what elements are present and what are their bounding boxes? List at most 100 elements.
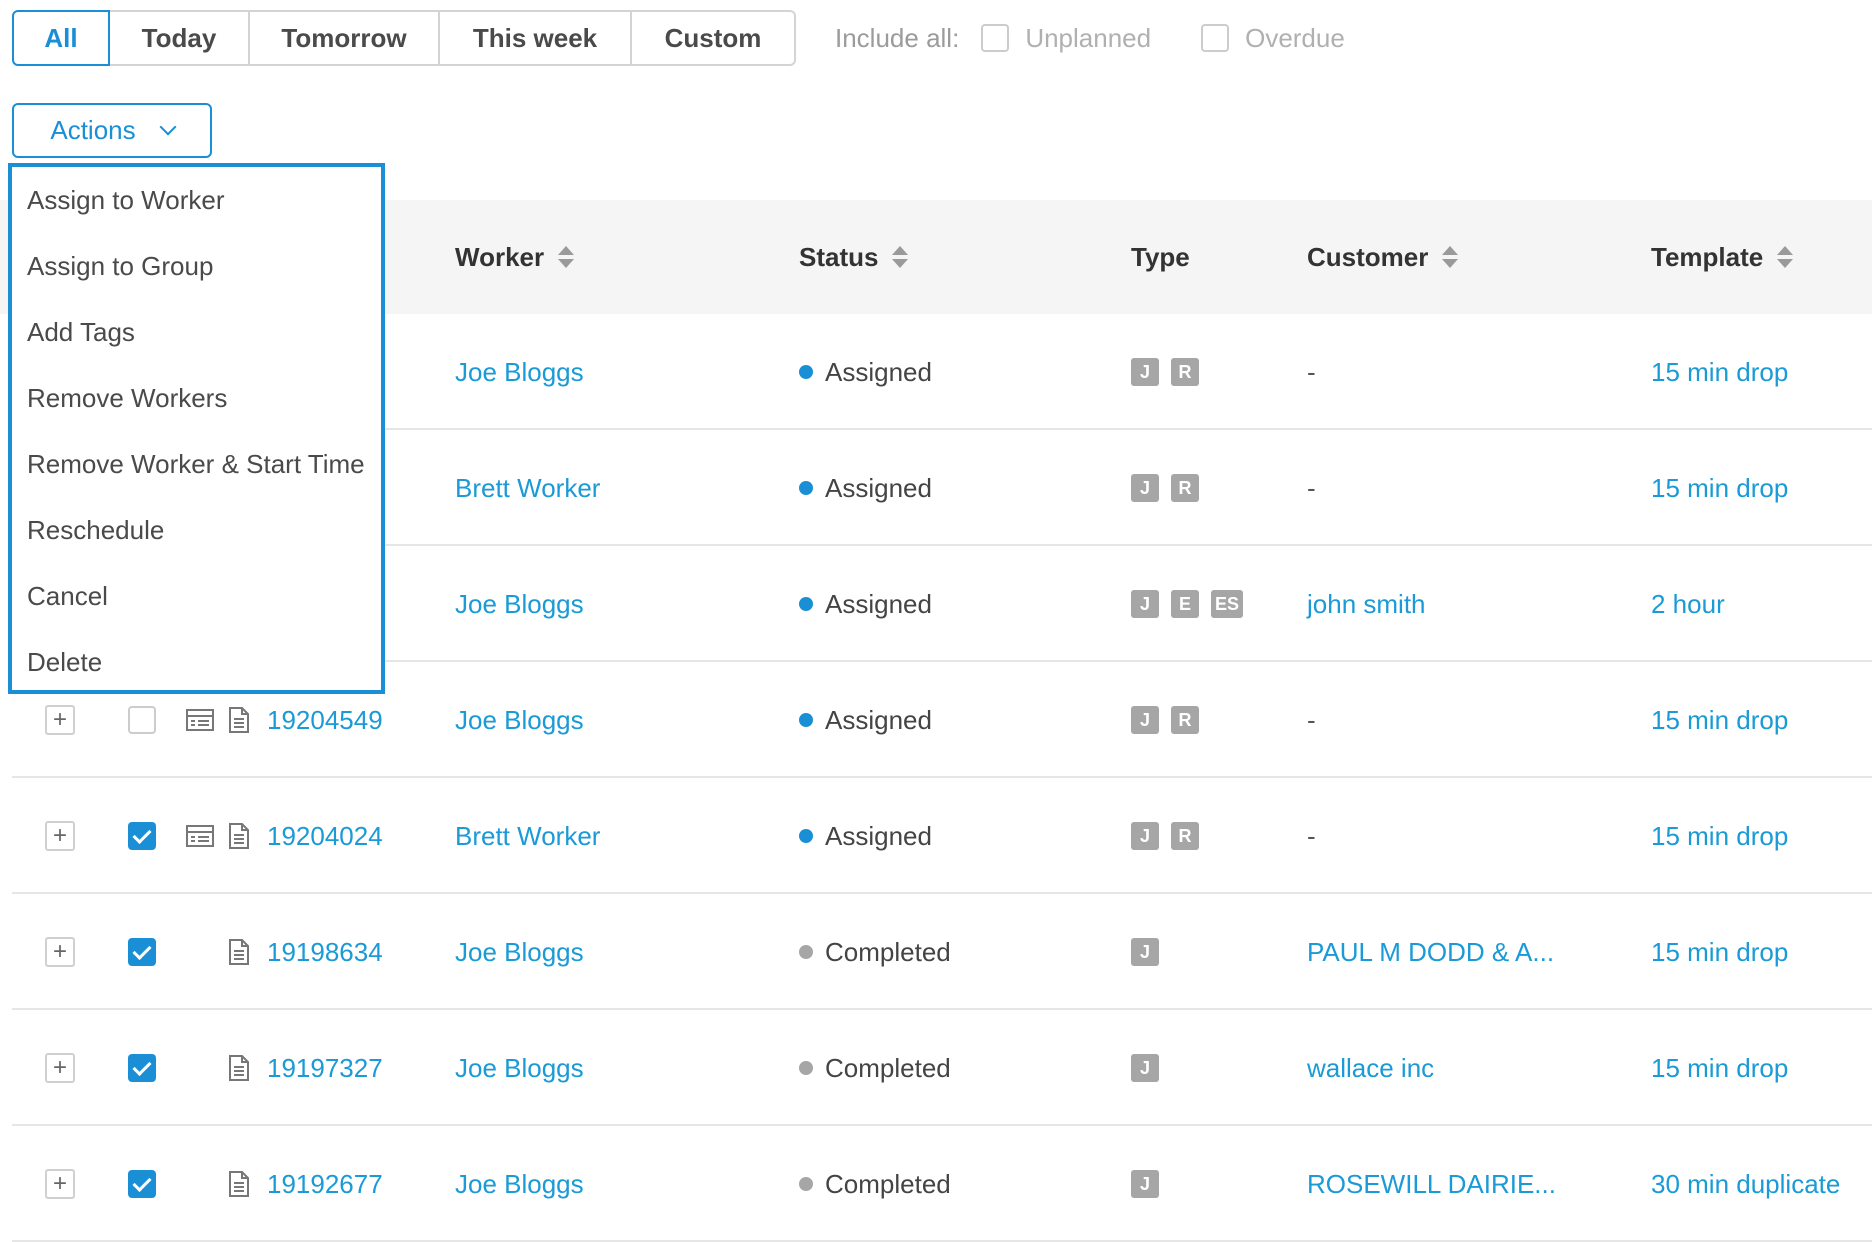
menu-item-reschedule[interactable]: Reschedule (12, 497, 381, 563)
template-link[interactable]: 15 min drop (1651, 662, 1788, 778)
document-icon[interactable] (228, 894, 250, 1010)
status-dot-icon (799, 481, 813, 495)
status-dot-icon (799, 597, 813, 611)
template-link[interactable]: 15 min drop (1651, 314, 1788, 430)
column-label: Worker (455, 241, 545, 272)
sort-icon[interactable] (1442, 246, 1459, 268)
tab-today[interactable]: Today (110, 10, 250, 66)
customer-text: - (1307, 704, 1316, 735)
row-checkbox[interactable] (128, 1170, 156, 1198)
column-label: Status (799, 241, 879, 272)
worker-link[interactable]: Joe Bloggs (455, 662, 584, 778)
customer-link[interactable]: PAUL M DODD & A... (1307, 894, 1554, 1010)
row-checkbox[interactable] (128, 1054, 156, 1082)
type-cell: J E ES (1131, 546, 1255, 662)
customer-link[interactable]: john smith (1307, 546, 1426, 662)
template-link[interactable]: 15 min drop (1651, 894, 1788, 1010)
tab-this-week[interactable]: This week (440, 10, 632, 66)
column-label: Type (1131, 241, 1190, 272)
status-text: Assigned (825, 356, 932, 387)
template-link[interactable]: 30 min duplicate (1651, 1126, 1840, 1242)
row-checkbox[interactable] (128, 706, 156, 734)
row-checkbox[interactable] (128, 822, 156, 850)
plus-icon[interactable]: + (45, 1169, 75, 1199)
type-cell: JR (1131, 430, 1211, 546)
actions-dropdown-button[interactable]: Actions (12, 103, 212, 158)
tab-tomorrow[interactable]: Tomorrow (250, 10, 440, 66)
row-checkbox[interactable] (128, 938, 156, 966)
plus-icon[interactable]: + (45, 705, 75, 735)
menu-item-remove-workers[interactable]: Remove Workers (12, 365, 381, 431)
template-link[interactable]: 15 min drop (1651, 1010, 1788, 1126)
column-header-customer[interactable]: Customer (1307, 200, 1459, 314)
status-cell: Completed (799, 894, 951, 1010)
job-id-link[interactable]: 19197327 (267, 1010, 383, 1126)
customer-text: - (1307, 820, 1316, 851)
column-header-worker[interactable]: Worker (455, 200, 575, 314)
job-id-link[interactable]: 19204024 (267, 778, 383, 894)
overdue-option[interactable]: Overdue (1201, 23, 1345, 54)
job-id-link[interactable]: 19198634 (267, 894, 383, 1010)
menu-item-assign-to-group[interactable]: Assign to Group (12, 233, 381, 299)
menu-item-remove-worker-start-time[interactable]: Remove Worker & Start Time (12, 431, 381, 497)
menu-item-cancel[interactable]: Cancel (12, 563, 381, 629)
worker-link[interactable]: Joe Bloggs (455, 1126, 584, 1242)
status-text: Completed (825, 1168, 951, 1199)
plus-icon[interactable]: + (45, 1053, 75, 1083)
select-cell (128, 778, 156, 894)
document-icon[interactable] (228, 1010, 250, 1126)
worker-link[interactable]: Joe Bloggs (455, 1010, 584, 1126)
customer-link[interactable]: wallace inc (1307, 1010, 1434, 1126)
status-text: Assigned (825, 704, 932, 735)
type-badge: J (1131, 358, 1159, 386)
include-all-filters: Include all: Unplanned Overdue (835, 18, 1395, 58)
overdue-label: Overdue (1245, 22, 1345, 53)
document-icon[interactable] (228, 778, 250, 894)
worker-link[interactable]: Joe Bloggs (455, 314, 584, 430)
type-badge: R (1171, 706, 1199, 734)
menu-item-add-tags[interactable]: Add Tags (12, 299, 381, 365)
overdue-checkbox[interactable] (1201, 24, 1230, 52)
worker-link[interactable]: Joe Bloggs (455, 894, 584, 1010)
expand-cell: + (45, 778, 75, 894)
type-badge: R (1171, 474, 1199, 502)
expand-cell: + (45, 894, 75, 1010)
table-row[interactable]: +19204024 Brett Worker Assigned J R - 15 min d… (12, 778, 1872, 894)
type-cell: JR (1131, 662, 1211, 778)
card-icon[interactable] (186, 778, 214, 894)
status-dot-icon (799, 1061, 813, 1075)
status-text: Assigned (825, 820, 932, 851)
menu-item-delete[interactable]: Delete (12, 629, 381, 695)
sort-icon[interactable] (558, 246, 575, 268)
customer-link[interactable]: ROSEWILL DAIRIE... (1307, 1126, 1556, 1242)
job-id-link[interactable]: 19192677 (267, 1126, 383, 1242)
table-row[interactable]: +19192677 Joe Bloggs Completed J ROSEWILL DA… (12, 1126, 1872, 1242)
worker-link[interactable]: Joe Bloggs (455, 546, 584, 662)
table-row[interactable]: +19197327 Joe Bloggs Completed Jwallace inc… (12, 1010, 1872, 1126)
template-link[interactable]: 15 min drop (1651, 430, 1788, 546)
status-cell: Assigned (799, 314, 932, 430)
unplanned-option[interactable]: Unplanned (981, 23, 1151, 54)
menu-item-assign-to-worker[interactable]: Assign to Worker (12, 167, 381, 233)
customer-text: - (1307, 356, 1316, 387)
sort-icon[interactable] (892, 246, 909, 268)
type-badge: E (1171, 590, 1199, 618)
tab-all[interactable]: All (12, 10, 110, 66)
column-header-status[interactable]: Status (799, 200, 909, 314)
sort-icon[interactable] (1777, 246, 1794, 268)
table-row[interactable]: +19198634 Joe Bloggs Completed J PAUL M DODD… (12, 894, 1872, 1010)
column-header-template[interactable]: Template (1651, 200, 1794, 314)
tab-custom[interactable]: Custom (632, 10, 796, 66)
unplanned-checkbox[interactable] (981, 24, 1010, 52)
template-link[interactable]: 2 hour (1651, 546, 1725, 662)
template-link[interactable]: 15 min drop (1651, 778, 1788, 894)
plus-icon[interactable]: + (45, 821, 75, 851)
select-cell (128, 894, 156, 1010)
document-icon[interactable] (228, 1126, 250, 1242)
worker-link[interactable]: Brett Worker (455, 430, 600, 546)
status-text: Completed (825, 936, 951, 967)
worker-link[interactable]: Brett Worker (455, 778, 600, 894)
actions-label: Actions (50, 115, 136, 145)
plus-icon[interactable]: + (45, 937, 75, 967)
type-cell: J (1131, 894, 1171, 1010)
